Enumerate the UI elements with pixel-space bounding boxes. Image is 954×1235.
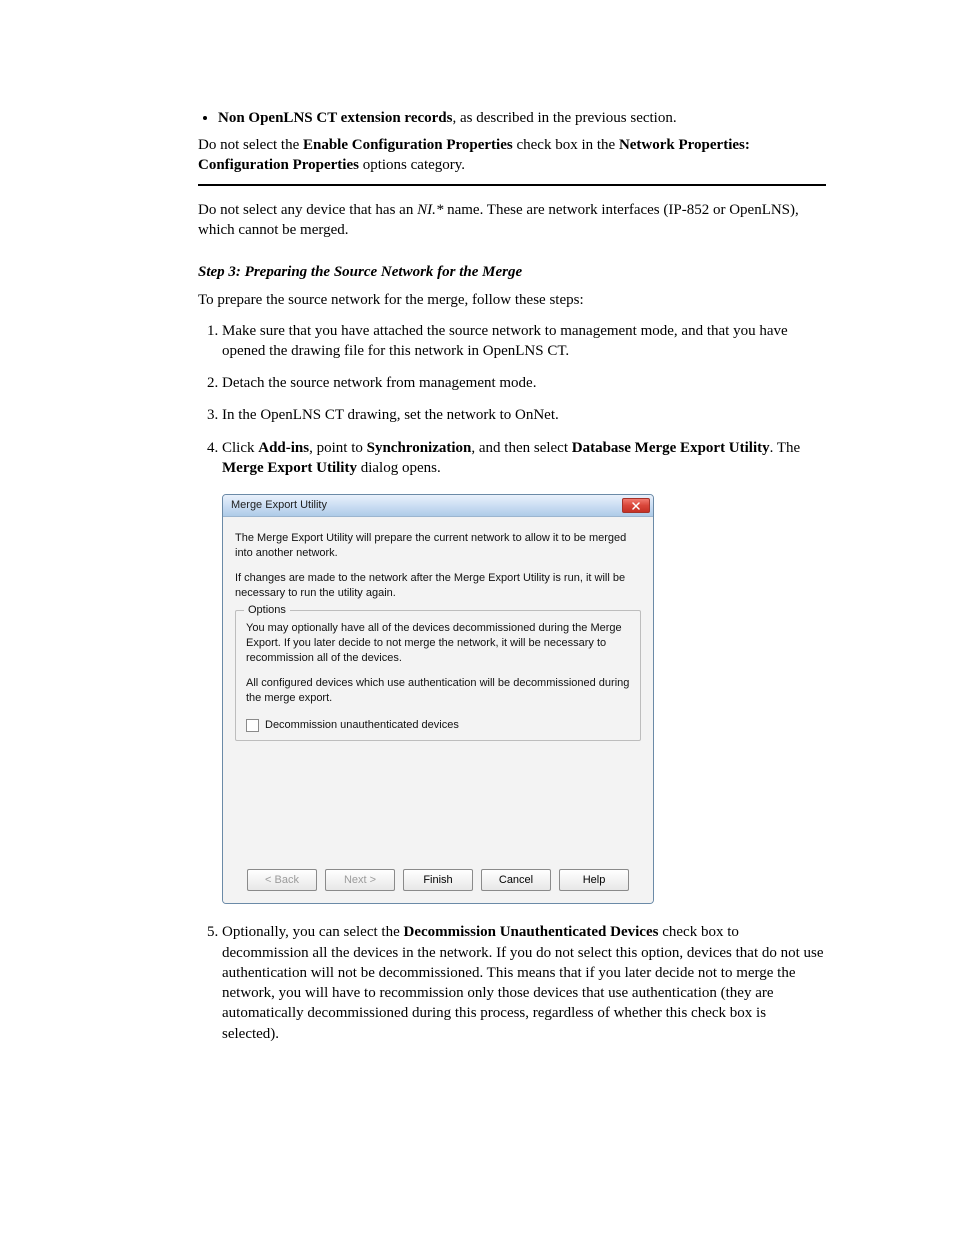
step3-intro: To prepare the source network for the me… <box>198 290 826 310</box>
dialog-text-2: If changes are made to the network after… <box>235 571 641 601</box>
next-button[interactable]: Next > <box>325 869 395 891</box>
options-text-2: All configured devices which use authent… <box>246 676 630 706</box>
options-groupbox: Options You may optionally have all of t… <box>235 610 641 741</box>
options-legend: Options <box>244 603 290 618</box>
para-config-props: Do not select the Enable Configuration P… <box>198 135 826 176</box>
decommission-checkbox-label: Decommission unauthenticated devices <box>265 718 459 733</box>
bullet-list: Non OpenLNS CT extension records, as des… <box>198 110 826 127</box>
para-ni: Do not select any device that has an NI.… <box>198 200 826 241</box>
help-button[interactable]: Help <box>559 869 629 891</box>
dialog-titlebar: Merge Export Utility <box>223 495 653 517</box>
options-text-1: You may optionally have all of the devic… <box>246 621 630 666</box>
bullet-item: Non OpenLNS CT extension records <box>218 110 452 126</box>
decommission-checkbox[interactable] <box>246 719 259 732</box>
step3-heading: Step 3: Preparing the Source Network for… <box>198 262 826 282</box>
dialog-text-1: The Merge Export Utility will prepare th… <box>235 531 641 561</box>
merge-export-dialog: Merge Export Utility The Merge Export Ut… <box>222 494 654 904</box>
back-button[interactable]: < Back <box>247 869 317 891</box>
step3-list: Make sure that you have attached the sou… <box>198 321 826 1044</box>
step3-item-2: Detach the source network from managemen… <box>222 373 826 393</box>
step3-item-4: Click Add-ins, point to Synchronization,… <box>222 438 826 905</box>
cancel-button[interactable]: Cancel <box>481 869 551 891</box>
step3-item-5: Optionally, you can select the Decommiss… <box>222 922 826 1044</box>
dialog-button-row: < Back Next > Finish Cancel Help <box>223 861 653 903</box>
section-divider <box>198 184 826 186</box>
bullet-tail: , as described in the previous section. <box>452 110 676 126</box>
step3-item-1: Make sure that you have attached the sou… <box>222 321 826 362</box>
dialog-title: Merge Export Utility <box>231 498 327 513</box>
finish-button[interactable]: Finish <box>403 869 473 891</box>
step3-item-3: In the OpenLNS CT drawing, set the netwo… <box>222 405 826 425</box>
close-icon[interactable] <box>622 498 650 513</box>
